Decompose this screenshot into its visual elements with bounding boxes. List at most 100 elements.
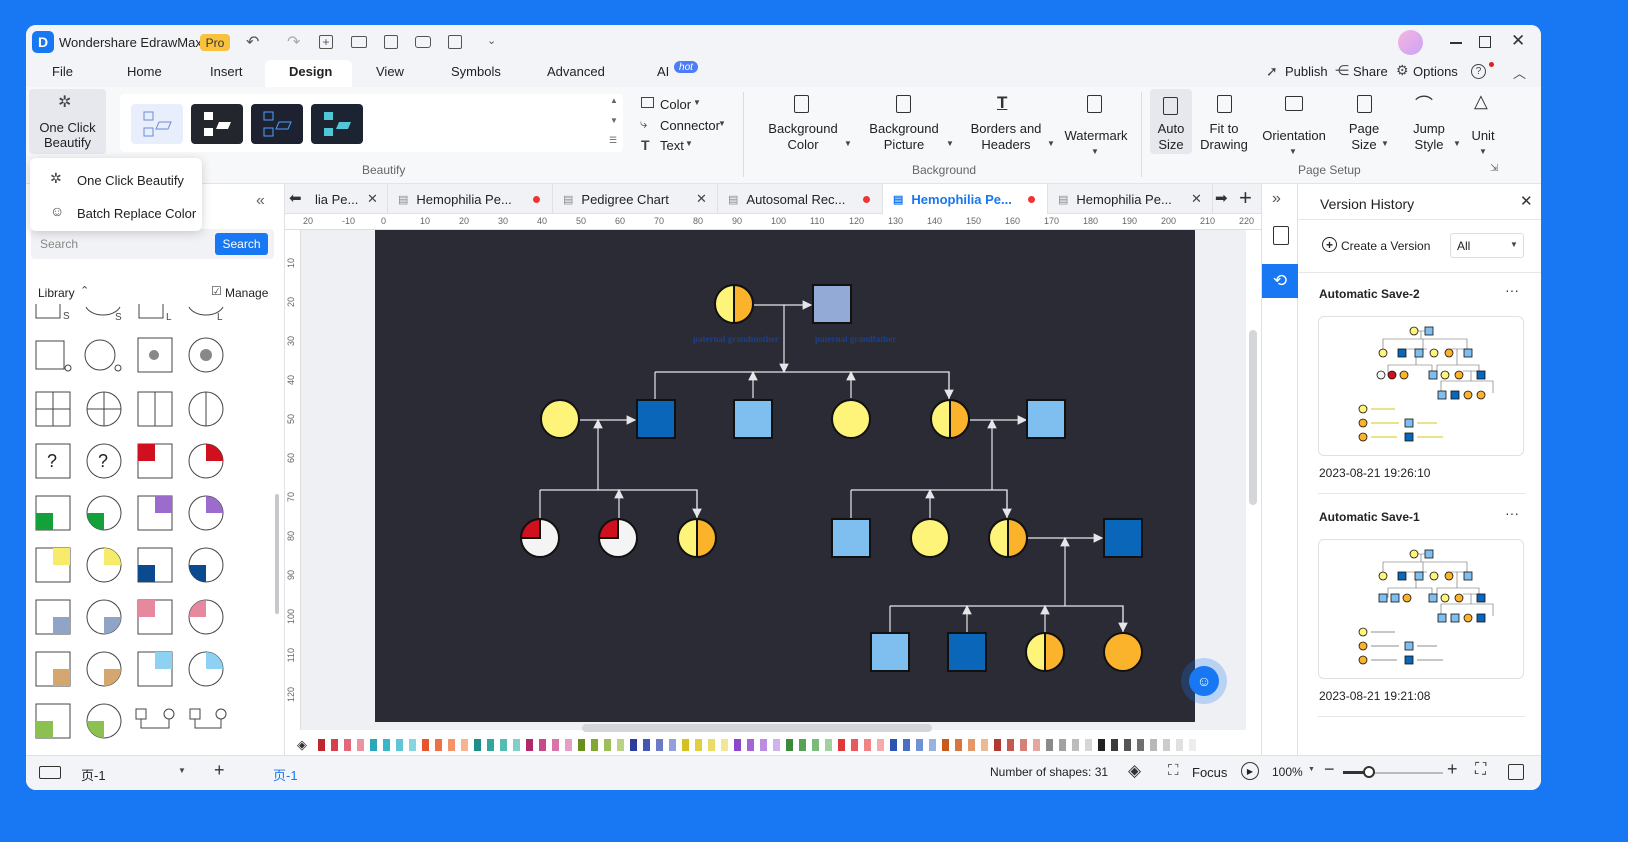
color-swatch[interactable]	[318, 739, 325, 751]
color-swatch[interactable]	[877, 739, 884, 751]
color-swatch[interactable]	[838, 739, 845, 751]
page-selector-caret-icon[interactable]: ▼	[178, 766, 186, 775]
menu-batch-replace-color[interactable]: Batch Replace Color	[77, 206, 196, 221]
expand-panel-icon[interactable]: »	[1272, 190, 1281, 208]
share-button[interactable]: Share	[1353, 64, 1388, 79]
color-swatch[interactable]	[526, 739, 533, 751]
collapse-panel-icon[interactable]: «	[256, 192, 265, 210]
color-swatch[interactable]	[942, 739, 949, 751]
color-swatch[interactable]	[825, 739, 832, 751]
doc-tab-active[interactable]: ▤ Hemophilia Pe...	[883, 184, 1048, 214]
color-swatch[interactable]	[448, 739, 455, 751]
text-dropdown[interactable]: Text	[660, 138, 684, 153]
color-swatch[interactable]	[708, 739, 715, 751]
color-swatch[interactable]	[383, 739, 390, 751]
menu-one-click-beautify[interactable]: One Click Beautify	[77, 173, 184, 188]
menu-symbols[interactable]: Symbols	[451, 64, 501, 79]
version-more-icon[interactable]: ···	[1505, 505, 1519, 521]
zoom-out-icon[interactable]: −	[1324, 759, 1335, 780]
export-icon[interactable]	[448, 35, 462, 49]
color-swatch[interactable]	[760, 739, 767, 751]
minimize-icon[interactable]	[1450, 42, 1462, 44]
unit-button[interactable]: Unit	[1463, 128, 1503, 144]
history-icon[interactable]: ⟲	[1262, 264, 1298, 298]
horizontal-scrollbar[interactable]	[582, 724, 932, 732]
page-size-caret-icon[interactable]: ▼	[1381, 139, 1389, 148]
color-caret-icon[interactable]: ▼	[693, 98, 701, 107]
doc-tab[interactable]: lia Pe... ✕	[305, 184, 388, 214]
new-icon[interactable]: +	[319, 35, 333, 49]
page-size-button[interactable]: Page Size	[1339, 121, 1389, 153]
color-swatch[interactable]	[500, 739, 507, 751]
menu-ai[interactable]: AI	[657, 64, 669, 79]
color-swatch[interactable]	[695, 739, 702, 751]
focus-icon[interactable]: ⛶	[1168, 762, 1179, 779]
color-swatch[interactable]	[396, 739, 403, 751]
add-tab-icon[interactable]: +	[1239, 185, 1252, 211]
menu-file[interactable]: File	[52, 64, 73, 79]
publish-icon[interactable]: ➚	[1266, 63, 1278, 80]
color-swatch[interactable]	[1189, 739, 1196, 751]
one-click-beautify-button[interactable]: ✲ One Click Beautify	[29, 89, 106, 154]
color-swatch[interactable]	[1007, 739, 1014, 751]
color-swatch[interactable]	[773, 739, 780, 751]
color-swatch[interactable]	[1020, 739, 1027, 751]
add-circle-icon[interactable]: +	[1322, 237, 1337, 252]
color-swatch[interactable]	[357, 739, 364, 751]
color-swatch[interactable]	[851, 739, 858, 751]
color-swatch[interactable]	[422, 739, 429, 751]
color-swatch[interactable]	[331, 739, 338, 751]
gallery-scroll-down-icon[interactable]: ▼	[610, 116, 618, 125]
library-collapse-icon[interactable]: ⌃	[80, 284, 89, 297]
color-swatch[interactable]	[786, 739, 793, 751]
layers-icon[interactable]: ◈	[1128, 761, 1141, 781]
color-swatch[interactable]	[968, 739, 975, 751]
version-entry-name[interactable]: Automatic Save-2	[1319, 287, 1420, 301]
unit-caret-icon[interactable]: ▼	[1479, 147, 1487, 156]
doc-tab[interactable]: ▤ Hemophilia Pe...	[388, 184, 553, 214]
color-swatch[interactable]	[591, 739, 598, 751]
color-swatch[interactable]	[1124, 739, 1131, 751]
jump-style-caret-icon[interactable]: ▼	[1453, 139, 1461, 148]
zoom-level[interactable]: 100%	[1272, 765, 1303, 779]
page-setup-launcher-icon[interactable]: ⇲	[1490, 163, 1498, 174]
color-swatch[interactable]	[799, 739, 806, 751]
manage-icon[interactable]: ☑	[211, 284, 222, 298]
color-swatch[interactable]	[578, 739, 585, 751]
color-swatch[interactable]	[461, 739, 468, 751]
search-button[interactable]: Search	[215, 233, 268, 255]
play-icon[interactable]: ▶	[1241, 762, 1259, 780]
background-picture-button[interactable]: Background Picture	[864, 121, 944, 153]
color-swatch[interactable]	[1150, 739, 1157, 751]
color-swatch[interactable]	[656, 739, 663, 751]
color-swatch[interactable]	[474, 739, 481, 751]
color-swatch[interactable]	[994, 739, 1001, 751]
color-swatch[interactable]	[981, 739, 988, 751]
zoom-caret-icon[interactable]: ▼	[1308, 766, 1315, 773]
color-swatch[interactable]	[1059, 739, 1066, 751]
orientation-caret-icon[interactable]: ▼	[1289, 147, 1297, 156]
color-swatch[interactable]	[643, 739, 650, 751]
ai-assistant-button[interactable]: ☺	[1181, 658, 1227, 704]
page-tab[interactable]: 页-1	[273, 765, 298, 784]
color-swatch[interactable]	[539, 739, 546, 751]
color-swatch[interactable]	[513, 739, 520, 751]
background-color-button[interactable]: Background Color	[763, 121, 843, 153]
color-swatch[interactable]	[617, 739, 624, 751]
color-swatch[interactable]	[890, 739, 897, 751]
doc-tab[interactable]: ▤ Pedigree Chart ✕	[553, 184, 718, 214]
create-version-button[interactable]: Create a Version	[1341, 239, 1430, 253]
diagram-page[interactable]: paternal grandmother paternal grandfathe…	[375, 230, 1195, 722]
color-swatch[interactable]	[916, 739, 923, 751]
color-swatch[interactable]	[1046, 739, 1053, 751]
options-button[interactable]: Options	[1413, 64, 1458, 79]
color-dropdown[interactable]: Color	[660, 97, 691, 112]
fill-bucket-icon[interactable]: ◈	[297, 737, 307, 753]
color-swatch[interactable]	[721, 739, 728, 751]
label-paternal-grandfather[interactable]: paternal grandfather	[815, 334, 896, 344]
bg-picture-caret-icon[interactable]: ▼	[946, 139, 954, 148]
menu-insert[interactable]: Insert	[210, 64, 243, 79]
color-swatch[interactable]	[1137, 739, 1144, 751]
shape-grid-svg[interactable]: S S L L ??	[26, 304, 276, 755]
color-swatch[interactable]	[864, 739, 871, 751]
